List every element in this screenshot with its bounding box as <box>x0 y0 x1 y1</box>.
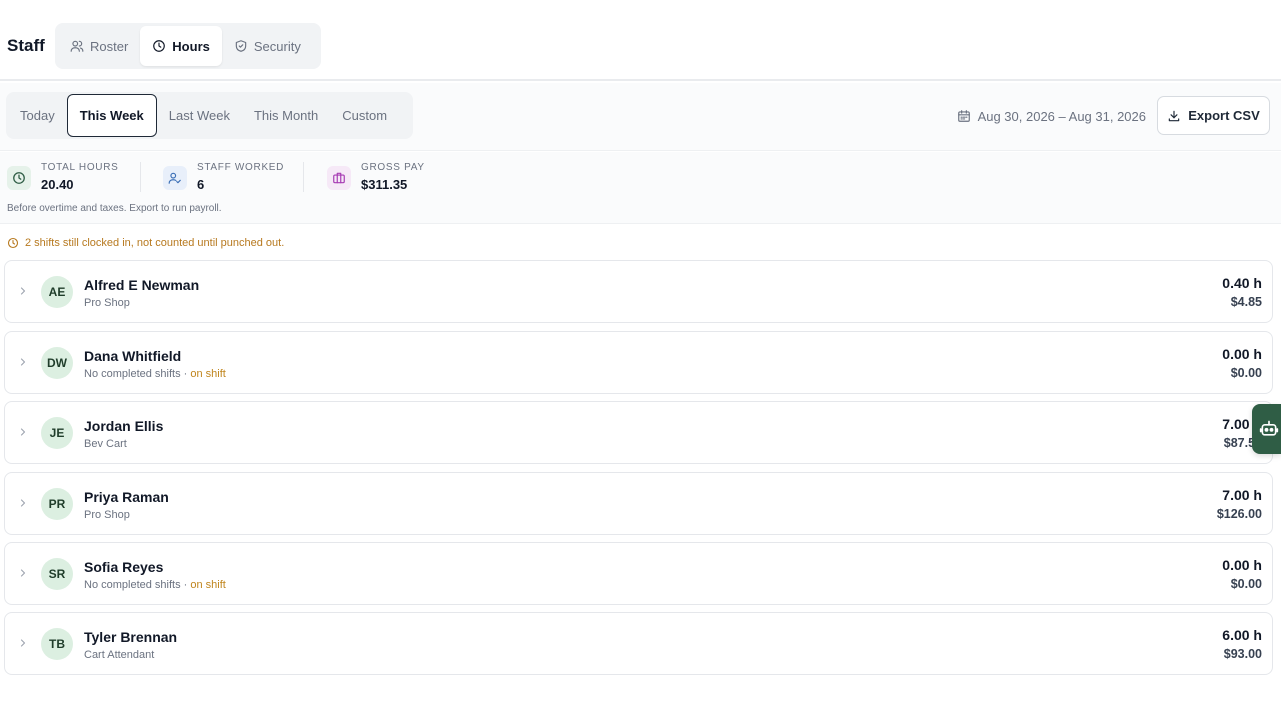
staff-row[interactable]: TB Tyler Brennan Cart Attendant 6.00 h $… <box>4 612 1273 675</box>
staff-role-text: Pro Shop <box>84 297 130 309</box>
tab-hours-label: Hours <box>172 38 210 54</box>
tab-roster[interactable]: Roster <box>58 26 140 66</box>
staff-hours: 6.00 h <box>1222 627 1262 643</box>
stat-gross-pay-badge <box>327 166 351 190</box>
stat-gross-pay: GROSS PAY $311.35 <box>327 162 425 194</box>
staff-pay: $126.00 <box>1216 507 1262 521</box>
staff-role-text: No completed shifts · <box>84 368 191 380</box>
clock-icon <box>13 172 25 184</box>
staff-role-text: Cart Attendant <box>84 649 155 661</box>
shield-icon <box>235 40 247 52</box>
range-this-month[interactable]: This Month <box>242 94 330 137</box>
avatar: JE <box>41 417 73 449</box>
clock-icon <box>153 40 166 52</box>
section-tabs: Roster Hours Security <box>55 23 321 69</box>
staff-row[interactable]: AE Alfred E Newman Pro Shop 0.40 h $4.85 <box>4 260 1273 323</box>
calendar-icon <box>957 110 970 122</box>
stat-total-hours-badge <box>7 166 31 190</box>
clocked-in-warning: 2 shifts still clocked in, not counted u… <box>7 236 284 250</box>
chevron-right-icon[interactable] <box>17 567 29 579</box>
stat-staff-worked-label: STAFF WORKED <box>197 162 285 173</box>
staff-name: Dana Whitfield <box>84 348 182 364</box>
tab-security[interactable]: Security <box>222 26 313 66</box>
avatar: PR <box>41 488 73 520</box>
avatar: TB <box>41 628 73 660</box>
users-icon <box>70 40 84 52</box>
on-shift-label: on shift <box>190 368 226 380</box>
chevron-right-icon[interactable] <box>17 426 29 438</box>
range-last-week[interactable]: Last Week <box>157 94 242 137</box>
stat-divider <box>303 162 304 192</box>
summary-stats: TOTAL HOURS 20.40 STAFF WORKED 6 GROSS P… <box>0 152 1281 224</box>
download-icon <box>1168 110 1180 121</box>
briefcase-icon <box>333 172 345 184</box>
staff-row[interactable]: SR Sofia Reyes No completed shifts · on … <box>4 542 1273 605</box>
staff-row[interactable]: DW Dana Whitfield No completed shifts · … <box>4 331 1273 394</box>
stat-staff-worked-badge <box>163 166 187 190</box>
user-check-icon <box>168 172 181 184</box>
avatar: SR <box>41 558 73 590</box>
stat-total-hours: TOTAL HOURS 20.40 <box>7 162 119 194</box>
stat-staff-worked-value: 6 <box>197 177 205 192</box>
chevron-right-icon[interactable] <box>17 285 29 297</box>
staff-hours: 0.00 h <box>1222 557 1262 573</box>
robot-icon <box>1259 420 1278 436</box>
staff-hours: 7.00 h <box>1222 487 1262 503</box>
stats-note: Before overtime and taxes. Export to run… <box>7 203 222 214</box>
clock-warning-icon <box>7 237 19 249</box>
avatar: DW <box>41 347 73 379</box>
page-header: Staff Roster Hours Security <box>0 0 1281 81</box>
tab-security-label: Security <box>253 38 301 54</box>
date-range-text: Aug 30, 2026 – Aug 31, 2026 <box>977 108 1146 124</box>
staff-role: No completed shifts · on shift <box>84 579 226 592</box>
staff-row[interactable]: JE Jordan Ellis Bev Cart 7.00 h $87.50 <box>4 401 1273 464</box>
staff-name: Jordan Ellis <box>84 418 164 434</box>
stat-staff-worked: STAFF WORKED 6 <box>163 162 284 194</box>
export-csv-label: Export CSV <box>1188 108 1260 123</box>
chevron-right-icon[interactable] <box>17 637 29 649</box>
avatar: AE <box>41 276 73 308</box>
on-shift-label: on shift <box>190 579 226 591</box>
chevron-right-icon[interactable] <box>17 497 29 509</box>
staff-role: Cart Attendant <box>84 649 154 662</box>
staff-name: Priya Raman <box>84 489 169 505</box>
tab-roster-label: Roster <box>90 38 129 54</box>
page-title: Staff <box>7 36 45 55</box>
staff-name: Alfred E Newman <box>84 277 200 293</box>
date-range: Aug 30, 2026 – Aug 31, 2026 <box>957 107 1146 125</box>
stat-total-hours-value: 20.40 <box>41 177 74 192</box>
staff-role: No completed shifts · on shift <box>84 368 226 381</box>
staff-role-text: Bev Cart <box>84 438 127 450</box>
export-csv-button[interactable]: Export CSV <box>1157 96 1270 135</box>
staff-role: Bev Cart <box>84 438 127 451</box>
staff-role: Pro Shop <box>84 297 130 310</box>
stat-gross-pay-value: $311.35 <box>361 177 408 192</box>
range-today[interactable]: Today <box>8 94 67 137</box>
staff-hours: 0.40 h <box>1222 275 1262 291</box>
stat-divider <box>140 162 141 192</box>
hours-toolbar: Today This Week Last Week This Month Cus… <box>0 83 1281 151</box>
staff-pay: $0.00 <box>1230 577 1262 591</box>
staff-pay: $4.85 <box>1230 295 1262 309</box>
staff-row[interactable]: PR Priya Raman Pro Shop 7.00 h $126.00 <box>4 472 1273 535</box>
staff-hours: 0.00 h <box>1222 346 1262 362</box>
stat-total-hours-label: TOTAL HOURS <box>41 162 119 173</box>
staff-pay: $93.00 <box>1223 647 1262 661</box>
staff-role-text: No completed shifts · <box>84 579 191 591</box>
range-selector: Today This Week Last Week This Month Cus… <box>6 92 413 139</box>
staff-role-text: Pro Shop <box>84 509 130 521</box>
stat-gross-pay-label: GROSS PAY <box>361 162 425 173</box>
staff-name: Sofia Reyes <box>84 559 164 575</box>
staff-role: Pro Shop <box>84 509 130 522</box>
range-custom[interactable]: Custom <box>330 94 399 137</box>
range-this-week[interactable]: This Week <box>66 94 157 137</box>
chevron-right-icon[interactable] <box>17 356 29 368</box>
staff-pay: $0.00 <box>1230 366 1262 380</box>
staff-name: Tyler Brennan <box>84 629 178 645</box>
tab-hours[interactable]: Hours <box>140 26 222 66</box>
assistant-launcher-button[interactable] <box>1252 404 1281 454</box>
warning-text: 2 shifts still clocked in, not counted u… <box>25 237 285 249</box>
